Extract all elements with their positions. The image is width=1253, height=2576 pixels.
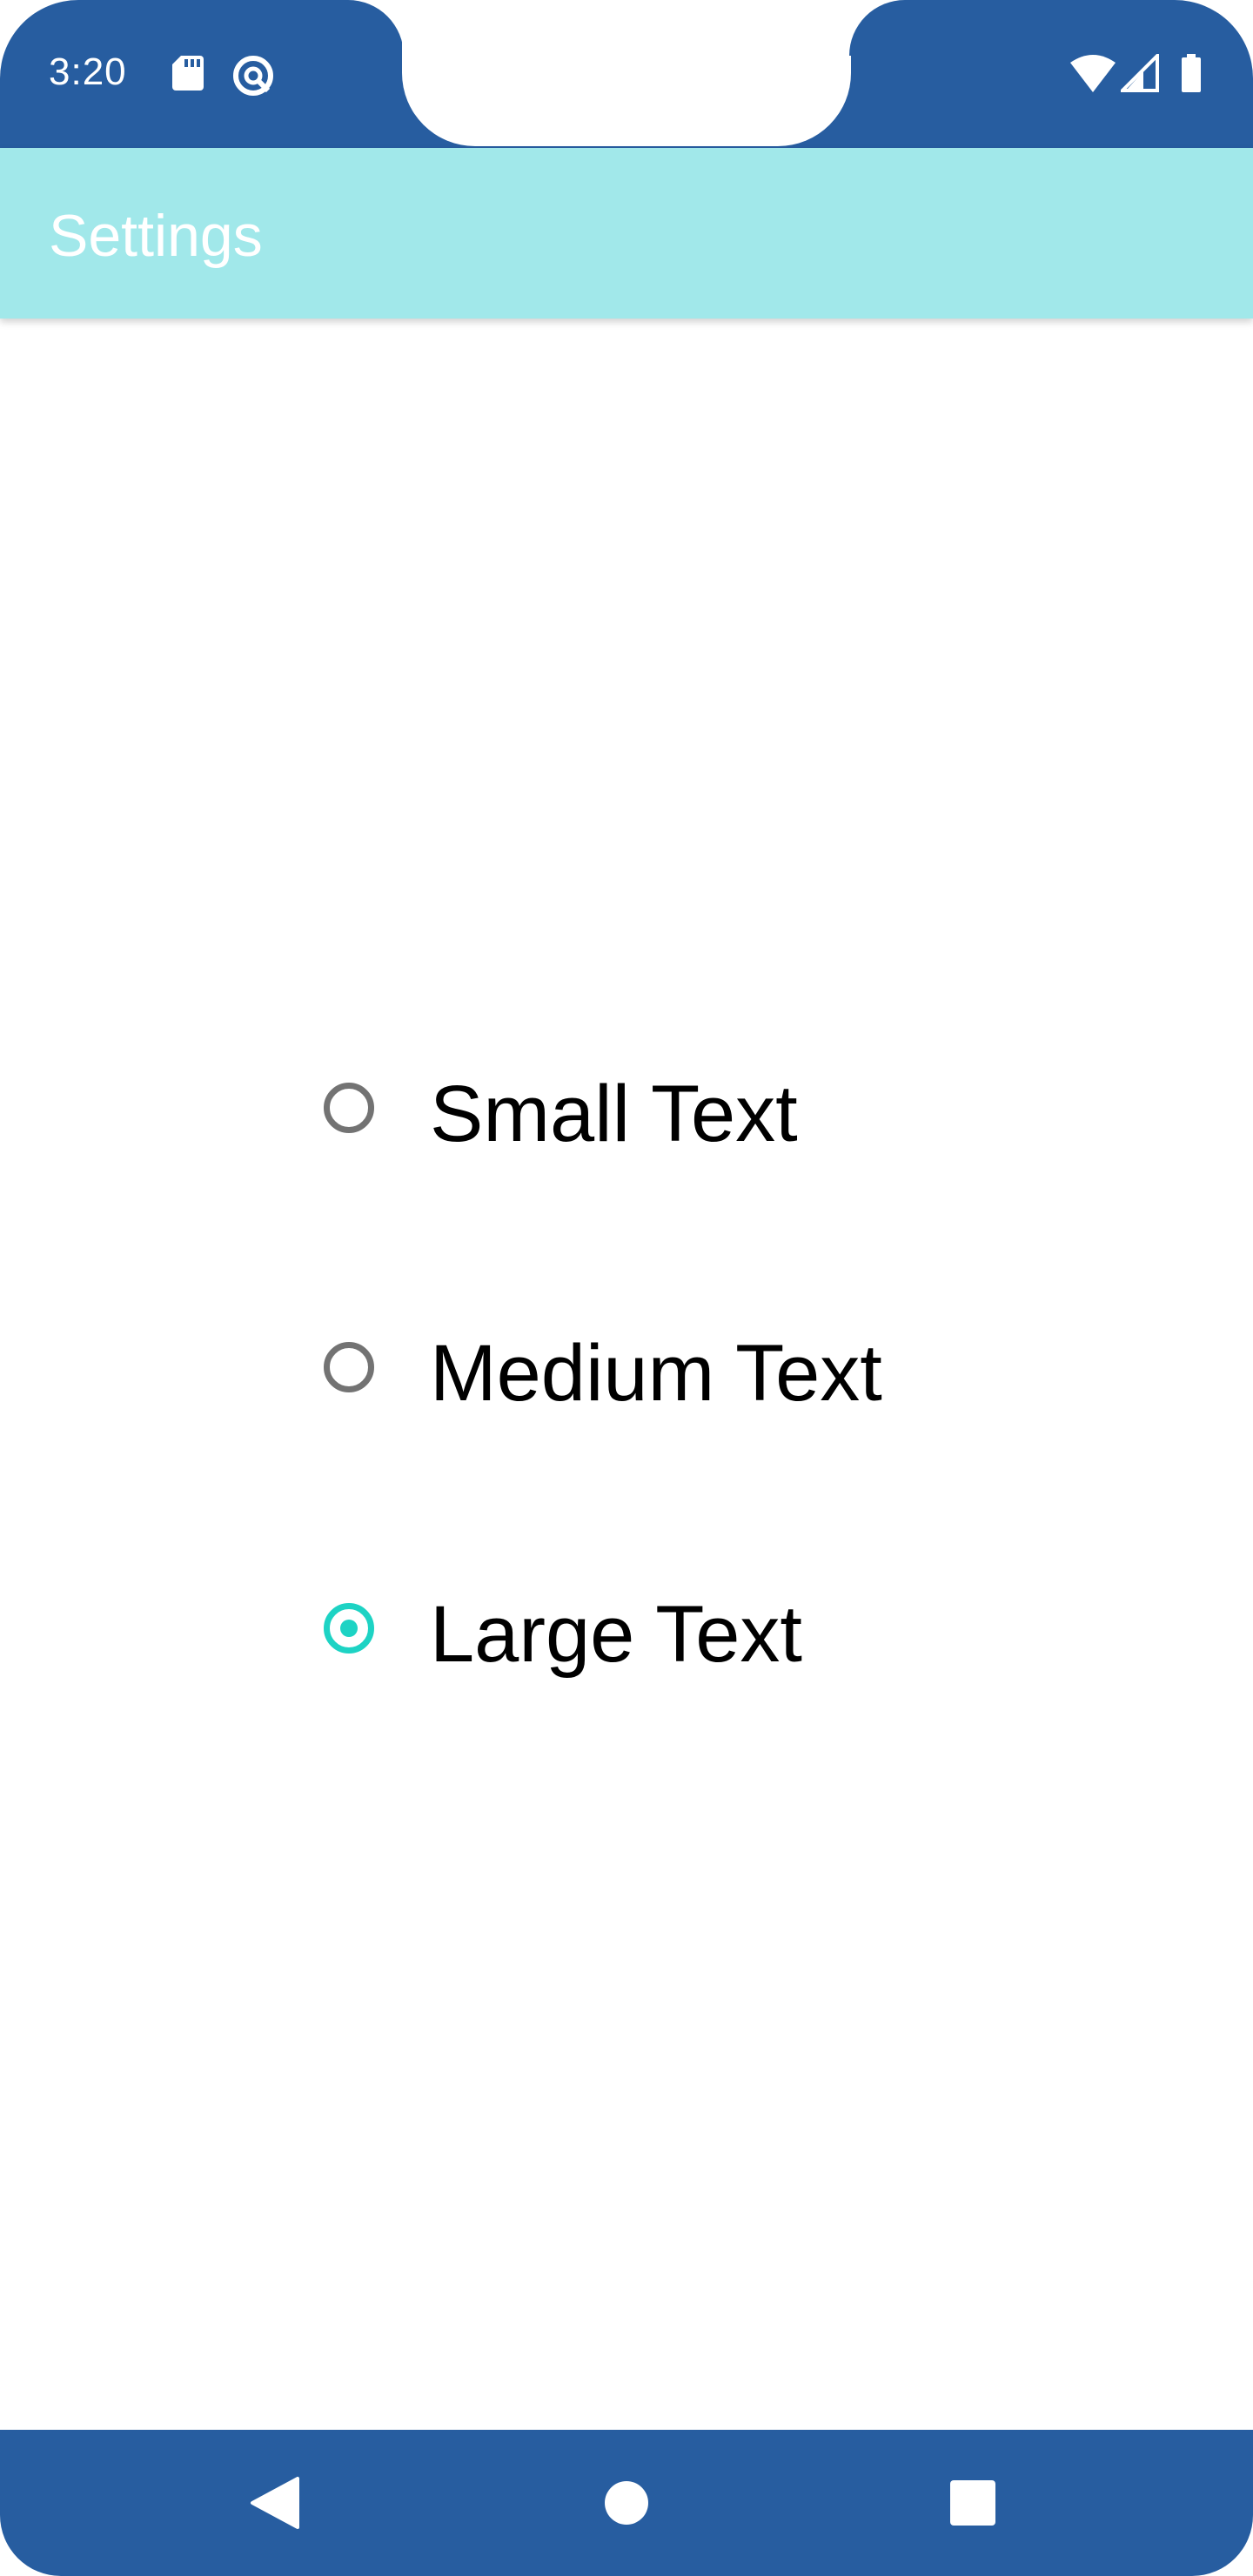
recents-icon[interactable] xyxy=(938,2468,1008,2538)
wifi-icon xyxy=(1069,54,1117,92)
navigation-bar xyxy=(0,2430,1253,2576)
radio-option-large-text[interactable]: Large Text xyxy=(324,1582,1107,1687)
signal-icon xyxy=(1118,51,1159,92)
sd-card-icon xyxy=(171,54,205,92)
notch-corner-left xyxy=(348,0,404,56)
status-bar: 3:20 xyxy=(0,0,1253,148)
radio-label[interactable]: Large Text xyxy=(430,1591,802,1678)
radio-button-unchecked[interactable] xyxy=(324,1083,374,1133)
status-clock: 3:20 xyxy=(49,50,127,93)
radio-button-unchecked[interactable] xyxy=(324,1342,374,1392)
home-icon[interactable] xyxy=(592,2468,661,2538)
notch-corner-right xyxy=(849,0,905,56)
page-title: Settings xyxy=(49,203,263,269)
battery-icon xyxy=(1180,54,1203,92)
radio-option-medium-text[interactable]: Medium Text xyxy=(324,1321,1107,1426)
camera-notch xyxy=(402,0,851,146)
app-bar: Settings xyxy=(0,148,1253,319)
radio-option-small-text[interactable]: Small Text xyxy=(324,1062,1107,1166)
radio-button-checked[interactable] xyxy=(324,1603,374,1654)
back-icon[interactable] xyxy=(242,2468,312,2538)
radio-label[interactable]: Small Text xyxy=(430,1070,798,1157)
radio-label[interactable]: Medium Text xyxy=(430,1330,882,1417)
radio-selected-dot xyxy=(340,1620,358,1637)
data-saver-icon xyxy=(231,54,275,96)
